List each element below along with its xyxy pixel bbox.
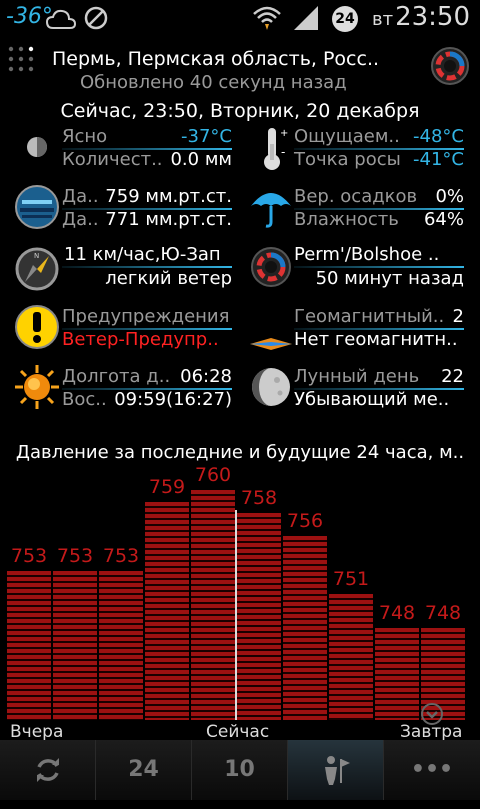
location-title[interactable]: Пермь, Пермская область, Росс.. bbox=[52, 48, 379, 70]
sun-icon bbox=[15, 365, 59, 409]
svg-text:N: N bbox=[34, 252, 39, 260]
chart-bar bbox=[6, 570, 52, 720]
sunrise-label: Вос.. bbox=[62, 389, 107, 410]
pressure-icon bbox=[15, 185, 59, 229]
moon-clear-icon bbox=[27, 137, 47, 157]
warning-text[interactable]: Ветер-Предупр.. bbox=[62, 329, 219, 350]
bottom-toolbar: 24 10 ••• bbox=[0, 740, 480, 800]
geomagnetic-status: Нет геомагнитн.. bbox=[294, 329, 458, 350]
chart-bar-label: 759 bbox=[148, 475, 186, 498]
humidity-value: 64% bbox=[423, 209, 464, 230]
wind-speed: 11 км/час,Ю-Зап bbox=[64, 244, 221, 265]
status-day: вт bbox=[372, 9, 394, 30]
chart-bar-label: 753 bbox=[10, 544, 48, 567]
chart-bar bbox=[374, 628, 420, 720]
umbrella-icon bbox=[251, 193, 291, 228]
settings-gear-icon[interactable] bbox=[430, 46, 470, 86]
chart-bar-label: 748 bbox=[378, 602, 416, 624]
chart-bar bbox=[328, 593, 374, 720]
wifi-icon bbox=[253, 6, 281, 30]
feels-like-value: -48°C bbox=[413, 126, 464, 147]
geomagnetic-label: Геомагнитный.. bbox=[294, 306, 445, 327]
temperature-value: -37°C bbox=[181, 126, 232, 147]
pressure-label-1: Да.. bbox=[62, 186, 99, 207]
chart-bar-label: 758 bbox=[240, 487, 278, 509]
chart-bar bbox=[236, 513, 282, 720]
chart-bar-label: 760 bbox=[194, 464, 232, 486]
moon-phase-text: Убывающий ме.. bbox=[294, 389, 450, 410]
precip-amount-label: Количест.. bbox=[62, 149, 163, 170]
dew-point-value: -41°C bbox=[413, 149, 464, 170]
menu-dots-icon[interactable] bbox=[6, 44, 36, 74]
chart-bar-label: 748 bbox=[424, 602, 462, 624]
wind-description: легкий ветер bbox=[105, 268, 232, 289]
now-marker-line bbox=[235, 510, 237, 720]
chart-bar bbox=[98, 570, 144, 720]
precip-amount-value: 0.0 мм bbox=[170, 149, 232, 170]
signal-icon bbox=[294, 6, 318, 30]
chart-bar-label: 753 bbox=[56, 544, 94, 567]
pressure-value-1: 759 мм.рт.ст. bbox=[105, 186, 232, 207]
geomagnetic-value: 2 bbox=[452, 306, 464, 327]
refresh-button[interactable] bbox=[0, 740, 96, 800]
svg-text:-: - bbox=[281, 145, 285, 159]
precip-chance-label: Вер. осадков bbox=[294, 186, 418, 207]
weather-badge: 24 bbox=[332, 6, 358, 32]
status-bar: -36° 24 вт 23:50 bbox=[0, 0, 480, 36]
person-flag-icon bbox=[324, 756, 350, 785]
lunar-day-value: 22 bbox=[441, 366, 464, 387]
row-wind-station: N 11 км/час,Ю-Зап легкий ветер Perm'/Bol… bbox=[0, 244, 480, 294]
chart-bar-label: 751 bbox=[332, 567, 370, 590]
chart-bar bbox=[282, 536, 328, 720]
lunar-day-label: Лунный день bbox=[294, 366, 420, 387]
pressure-label-2: Да.. bbox=[62, 209, 99, 230]
x-label-tomorrow: Завтра bbox=[400, 722, 463, 742]
row-warnings: Предупреждения Ветер-Предупр.. Геомагнит… bbox=[0, 304, 480, 354]
precip-chance-value: 0% bbox=[435, 186, 464, 207]
person-flag-button[interactable] bbox=[288, 740, 384, 800]
day-length-value: 06:28 bbox=[180, 366, 232, 387]
moon-phase-icon bbox=[252, 368, 290, 406]
cloud-icon bbox=[46, 9, 76, 29]
feels-like-label: Ощущаем.. bbox=[294, 126, 400, 147]
status-time: 23:50 bbox=[395, 2, 470, 32]
humidity-label: Влажность bbox=[294, 209, 399, 230]
chart-title[interactable]: Давление за последние и будущие 24 часа,… bbox=[0, 442, 480, 463]
24-hour-button[interactable]: 24 bbox=[96, 740, 192, 800]
station-gear-icon bbox=[251, 247, 291, 287]
dew-point-label: Точка росы bbox=[294, 149, 401, 170]
warning-icon[interactable] bbox=[14, 304, 60, 350]
updated-text: Обновлено 40 секунд назад bbox=[80, 72, 347, 93]
refresh-icon bbox=[36, 758, 59, 782]
day-length-label: Долгота д.. bbox=[62, 366, 171, 387]
row-sun-moon: Долгота д.. 06:28 Вос.. 09:59(16:27) Лун… bbox=[0, 364, 480, 414]
compass-icon: N bbox=[15, 247, 59, 291]
row-conditions: Ясно -37°C Количест.. 0.0 мм + - Ощущаем… bbox=[0, 124, 480, 174]
chart-bar-label: 756 bbox=[286, 510, 324, 532]
pressure-value-2: 771 мм.рт.ст. bbox=[105, 209, 232, 230]
station-updated: 50 минут назад bbox=[315, 268, 464, 289]
condition-label: Ясно bbox=[62, 126, 108, 147]
x-label-now: Сейчас bbox=[206, 722, 270, 742]
10-day-button[interactable]: 10 bbox=[192, 740, 288, 800]
more-button[interactable]: ••• bbox=[384, 740, 480, 800]
row-pressure: Да.. 759 мм.рт.ст. Да.. 771 мм.рт.ст. Ве… bbox=[0, 184, 480, 234]
x-label-yesterday: Вчера bbox=[10, 722, 64, 742]
current-datetime: Сейчас, 23:50, Вторник, 20 декабря bbox=[60, 100, 420, 122]
sunrise-value: 09:59(16:27) bbox=[114, 389, 232, 410]
chart-bar bbox=[52, 570, 98, 720]
chart-bar-label: 753 bbox=[102, 544, 140, 567]
warnings-label: Предупреждения bbox=[62, 306, 230, 327]
geomagnetic-icon bbox=[250, 338, 292, 350]
pressure-chart[interactable]: 753 753 753 759 760 758 756 751 748 748 bbox=[0, 464, 480, 720]
thermometer-icon: + - bbox=[264, 128, 288, 170]
blocked-icon bbox=[84, 6, 108, 30]
svg-text:+: + bbox=[280, 128, 288, 139]
chart-bar bbox=[190, 490, 236, 720]
station-name[interactable]: Perm'/Bolshoe .. bbox=[294, 244, 439, 265]
chart-bar bbox=[144, 501, 190, 720]
